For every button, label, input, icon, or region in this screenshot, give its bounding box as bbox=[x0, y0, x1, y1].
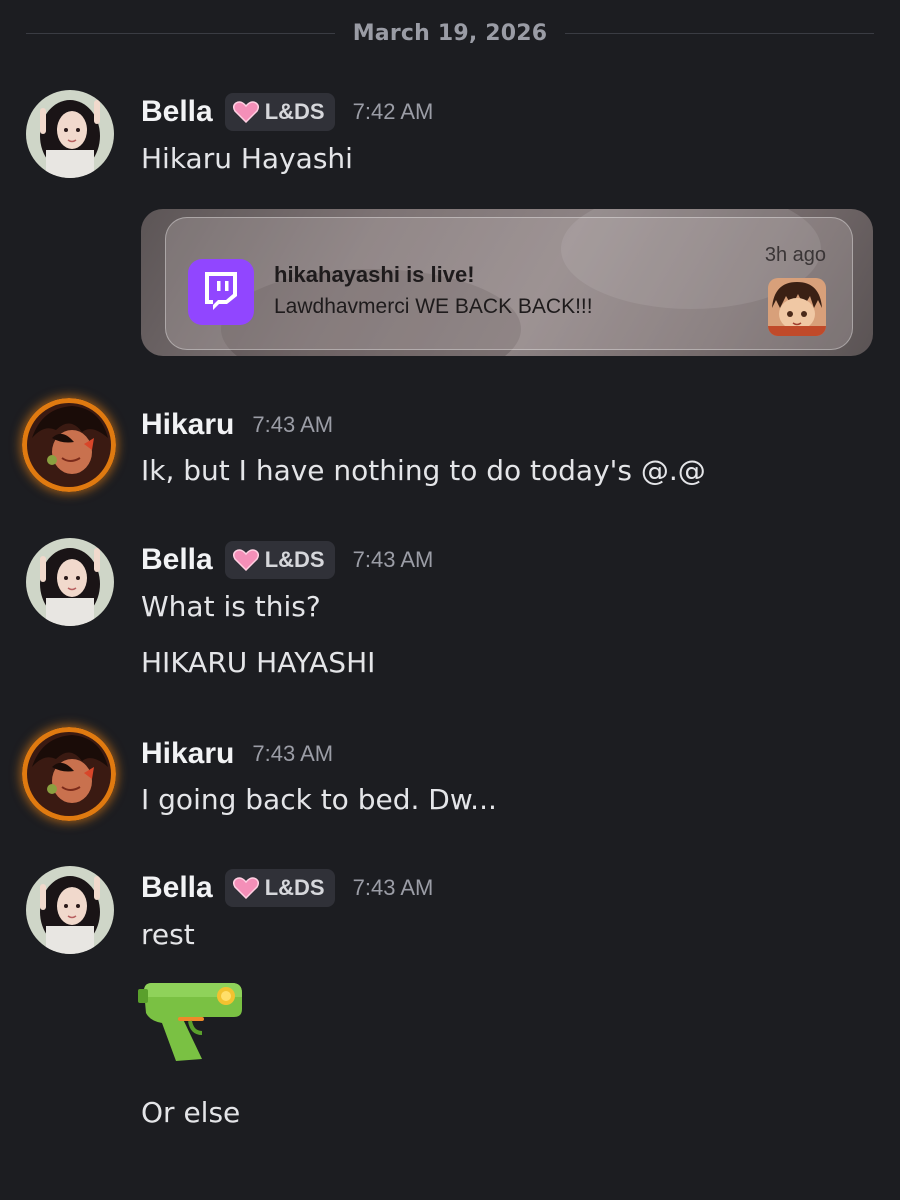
role-tag-label: L&DS bbox=[264, 875, 325, 900]
divider-line-left bbox=[26, 32, 335, 34]
message-text: Hikaru Hayashi bbox=[141, 142, 353, 175]
bella-avatar[interactable] bbox=[26, 538, 114, 626]
role-tag-label: L&DS bbox=[264, 547, 325, 572]
image-attachment[interactable]: hikahayashi is live! Lawdhavmerci WE BAC… bbox=[141, 209, 873, 356]
username[interactable]: Bella bbox=[141, 95, 213, 129]
hikaru-avatar[interactable] bbox=[22, 398, 116, 492]
message-text: Ik, but I have nothing to do today's @.@ bbox=[141, 454, 706, 487]
notification-body: Lawdhavmerci WE BACK BACK!!! bbox=[274, 295, 593, 318]
message-header: Hikaru 7:43 AM bbox=[141, 405, 333, 445]
date-divider: March 19, 2026 bbox=[26, 18, 874, 48]
username[interactable]: Bella bbox=[141, 871, 213, 905]
divider-line-right bbox=[565, 32, 874, 34]
role-tag[interactable]: L&DS bbox=[224, 541, 335, 579]
bella-avatar[interactable] bbox=[26, 866, 114, 954]
role-tag[interactable]: L&DS bbox=[224, 869, 335, 907]
timestamp: 7:43 AM bbox=[252, 741, 334, 766]
message-header: Bella L&DS 7:42 AM bbox=[141, 92, 433, 132]
message-text: Or else bbox=[141, 1096, 241, 1129]
message-text: I going back to bed. Dw... bbox=[141, 783, 497, 816]
timestamp: 7:42 AM bbox=[352, 99, 434, 124]
notification-title: hikahayashi is live! bbox=[274, 262, 475, 287]
timestamp: 7:43 AM bbox=[352, 875, 434, 900]
role-tag-label: L&DS bbox=[264, 99, 325, 124]
message-text: What is this? bbox=[141, 590, 321, 623]
hikaru-avatar[interactable] bbox=[22, 727, 116, 821]
date-divider-label: March 19, 2026 bbox=[352, 20, 548, 46]
role-tag[interactable]: L&DS bbox=[224, 93, 335, 131]
message-header: Bella L&DS 7:43 AM bbox=[141, 868, 433, 908]
message-header: Bella L&DS 7:43 AM bbox=[141, 540, 433, 580]
message-text: HIKARU HAYASHI bbox=[141, 646, 376, 679]
username[interactable]: Hikaru bbox=[141, 737, 234, 771]
pink-heart-icon bbox=[232, 549, 259, 571]
twitch-icon bbox=[188, 259, 254, 325]
username[interactable]: Bella bbox=[141, 543, 213, 577]
notification-time: 3h ago bbox=[764, 244, 826, 266]
notification-thumbnail bbox=[768, 278, 826, 336]
timestamp: 7:43 AM bbox=[252, 412, 334, 437]
water-pistol-emoji bbox=[138, 975, 248, 1065]
timestamp: 7:43 AM bbox=[352, 547, 434, 572]
pink-heart-icon bbox=[232, 877, 259, 899]
username[interactable]: Hikaru bbox=[141, 408, 234, 442]
message-text: rest bbox=[141, 918, 195, 951]
twitch-notification-card: hikahayashi is live! Lawdhavmerci WE BAC… bbox=[165, 217, 853, 350]
message-header: Hikaru 7:43 AM bbox=[141, 734, 333, 774]
bella-avatar[interactable] bbox=[26, 90, 114, 178]
pink-heart-icon bbox=[232, 101, 259, 123]
